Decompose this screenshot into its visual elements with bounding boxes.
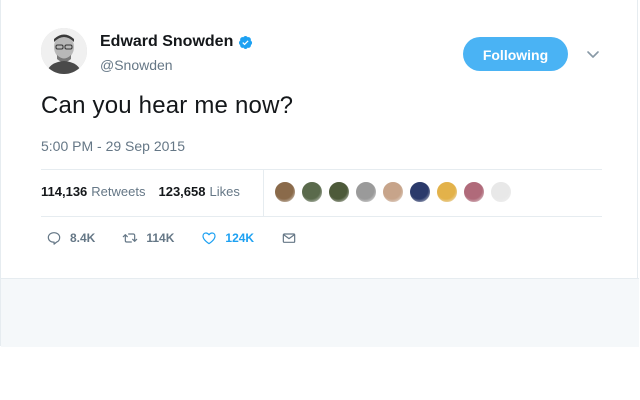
divider-top: [41, 169, 602, 170]
following-button[interactable]: Following: [463, 37, 568, 71]
liker-avatar[interactable]: [490, 181, 512, 203]
tweet-stats: 114,136 Retweets 123,658 Likes: [41, 184, 240, 199]
name-row: Edward Snowden: [100, 33, 253, 51]
liker-avatar[interactable]: [409, 181, 431, 203]
divider-bottom: [41, 216, 602, 217]
display-name[interactable]: Edward Snowden: [100, 33, 233, 51]
retweet-icon: [123, 233, 138, 243]
liker-avatar[interactable]: [355, 181, 377, 203]
liker-avatar[interactable]: [463, 181, 485, 203]
verified-badge-icon: [239, 35, 253, 49]
liker-avatar[interactable]: [382, 181, 404, 203]
liker-avatar[interactable]: [328, 181, 350, 203]
direct-message-button[interactable]: [281, 230, 305, 246]
likes-label[interactable]: Likes: [209, 184, 239, 199]
tweet-page: Edward Snowden @Snowden Following Can yo…: [0, 0, 640, 400]
liker-avatar[interactable]: [274, 181, 296, 203]
reply-button[interactable]: 8.4K: [46, 230, 95, 246]
liker-avatar[interactable]: [436, 181, 458, 203]
chevron-down-icon[interactable]: [585, 46, 601, 62]
tweet-timestamp[interactable]: 5:00 PM - 29 Sep 2015: [41, 138, 185, 154]
retweet-count: 114K: [146, 231, 175, 245]
stats-separator: [263, 170, 264, 216]
user-handle[interactable]: @Snowden: [100, 57, 173, 73]
like-button[interactable]: 124K: [201, 230, 254, 246]
heart-icon: [202, 232, 216, 245]
liker-avatar[interactable]: [301, 181, 323, 203]
replies-area: [1, 278, 639, 347]
tweet-text: Can you hear me now?: [41, 92, 294, 119]
likes-count[interactable]: 123,658: [158, 184, 205, 199]
tweet-actions: 8.4K 114K 124K: [46, 230, 332, 246]
avatar-photo: [41, 28, 87, 74]
reply-icon: [47, 232, 61, 245]
retweet-button[interactable]: 114K: [122, 230, 174, 246]
liker-avatars: [274, 181, 517, 203]
avatar[interactable]: [41, 28, 87, 74]
reply-count: 8.4K: [70, 231, 96, 245]
like-count: 124K: [225, 231, 255, 245]
envelope-icon: [282, 233, 296, 243]
retweets-label[interactable]: Retweets: [91, 184, 145, 199]
tweet-card: Edward Snowden @Snowden Following Can yo…: [0, 0, 639, 347]
retweets-count[interactable]: 114,136: [41, 184, 87, 199]
